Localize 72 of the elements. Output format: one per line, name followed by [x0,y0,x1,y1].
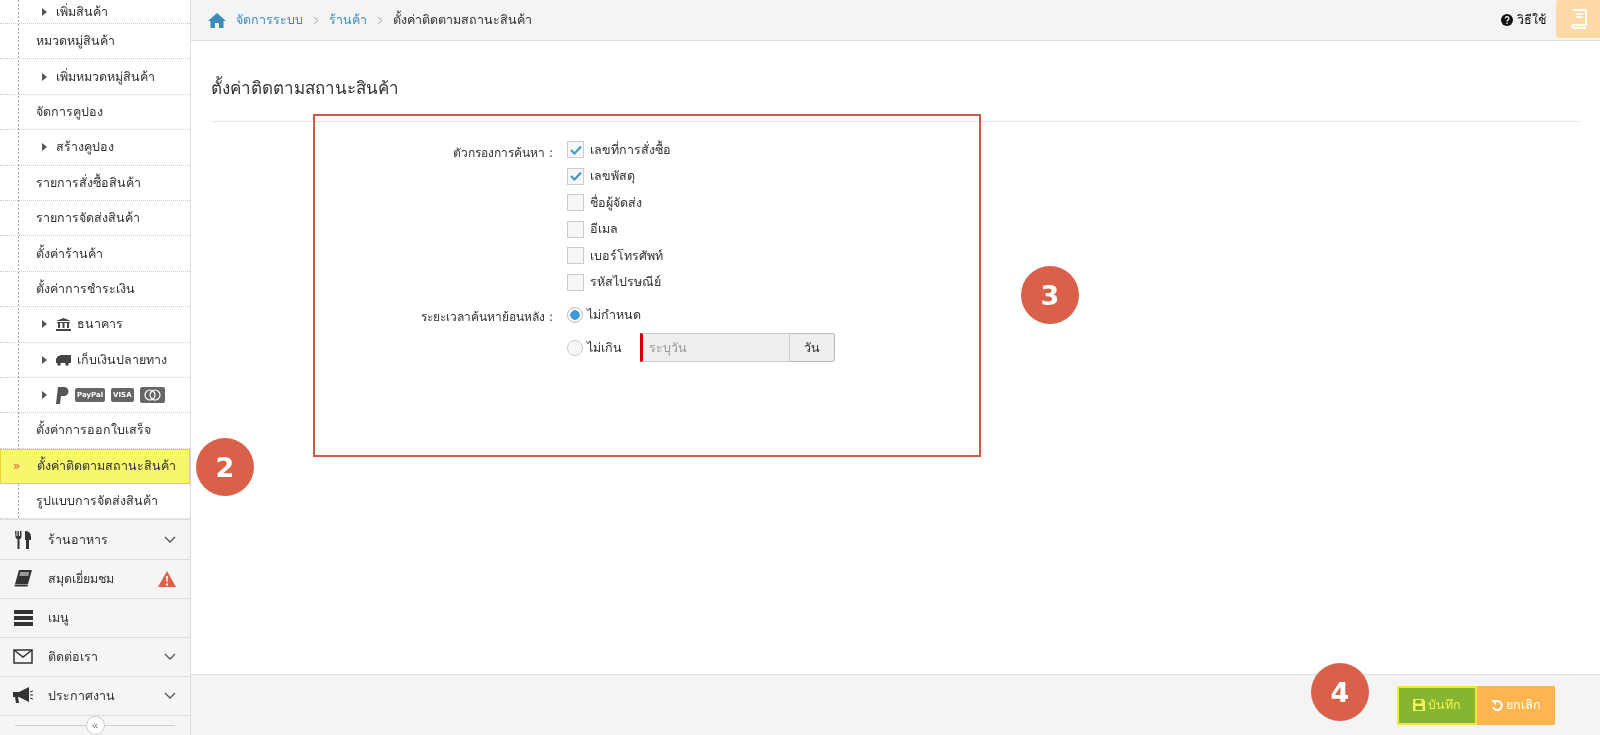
sidebar-subitem[interactable]: เก็บเงินปลายทาง [0,342,190,378]
floppy-icon [1413,699,1425,711]
radio-button[interactable] [567,307,583,323]
filter-option[interactable]: อีเมล [567,219,671,239]
server-icon [13,609,33,626]
filter-option[interactable]: เลขที่การสั่งซื้อ [567,140,671,160]
checkbox[interactable] [567,247,584,265]
bank-icon [56,317,71,331]
card-logo-icon [139,387,165,404]
caret-icon [42,7,47,16]
menu-item[interactable]: เมนู [0,598,190,638]
radio-button[interactable] [567,339,583,356]
manual-button[interactable] [1556,0,1600,38]
checkbox[interactable] [567,220,584,238]
book-icon [14,570,32,588]
filter-option[interactable]: รหัสไปรษณีย์ [567,272,671,292]
filter-option[interactable]: เบอร์โทรศัพท์ [567,246,671,266]
radio-label: ไม่กำหนด [587,306,641,324]
filter-option[interactable]: เลขพัสดุ [567,166,671,186]
help-icon [1501,14,1513,26]
caret-icon [42,355,47,364]
unit-addon: วัน [790,333,835,362]
help-link[interactable]: วิธีใช้ [1501,10,1546,30]
sidebar-item[interactable]: ตั้งค่าการออกใบเสร็จ [0,413,190,449]
field-label: ตัวกรองการค้นหา : [452,145,553,162]
sidebar-subitem[interactable]: ธนาคาร [0,307,190,343]
envelope-icon [13,649,33,665]
chevron-right-icon [377,15,383,25]
sidebar-item[interactable]: รายการสั่งซื้อสินค้า [0,165,190,201]
filter-option[interactable]: ชื่อผู้จัดส่ง [567,193,671,213]
sidebar-subitem[interactable]: สร้างคูปอง [0,130,190,166]
sidebar-subitem[interactable]: เพิ่มหมวดหมู่สินค้า [0,59,190,95]
page-title: ตั้งค่าติดตามสถานะสินค้า [211,75,400,100]
sidebar-item[interactable]: จัดการคูปอง [0,94,190,131]
sidebar-subitem[interactable]: เพิ่มสินค้า [0,0,190,24]
sidebar-item[interactable]: ตั้งค่าการชำระเงิน [0,271,190,308]
radio-label: ไม่เกิน [587,338,622,357]
menu-item[interactable]: ร้านอาหาร [0,520,190,560]
undo-icon [1491,699,1503,711]
sidebar-item[interactable]: หมวดหมู่สินค้า [0,24,190,60]
active-marker: » [13,459,21,474]
p-logo-icon [56,386,69,404]
warning-icon [158,570,176,587]
step-badge: 2 [196,438,254,496]
sidebar-item[interactable]: รายการจัดส่งสินค้า [0,200,190,237]
sidebar-item[interactable]: » ตั้งค่าติดตามสถานะสินค้า [0,448,190,485]
truck-icon [56,353,71,366]
caret-icon [42,143,47,152]
chevron-right-icon [313,15,319,25]
checkbox[interactable] [567,194,584,212]
book-icon [1569,9,1587,29]
caret-icon [42,72,47,81]
chevron-down-icon [164,692,176,700]
sidebar-item[interactable]: รูปแบบการจัดส่งสินค้า [0,484,190,520]
breadcrumb-current: ตั้งค่าติดตามสถานะสินค้า [393,10,532,29]
caret-icon [42,320,47,329]
field-label: ระยะเวลาค้นหาย้อนหลัง : [420,309,553,326]
home-icon [208,12,226,28]
checkbox[interactable] [567,141,584,159]
chevron-down-icon [164,653,176,661]
checkbox[interactable] [567,167,584,185]
menu-item[interactable]: ติดต่อเรา [0,637,190,677]
megaphone-icon [13,687,33,705]
utensils-icon [14,530,32,549]
sidebar-item[interactable]: ตั้งค่าร้านค้า [0,236,190,272]
menu-item[interactable]: สมุดเยี่ยมชม [0,559,190,599]
step-badge: 3 [1021,266,1079,324]
checkbox[interactable] [567,273,584,291]
collapse-button[interactable]: « [85,716,105,735]
step-badge: 4 [1311,663,1369,721]
chevron-down-icon [164,536,176,543]
caret-icon [42,391,47,400]
